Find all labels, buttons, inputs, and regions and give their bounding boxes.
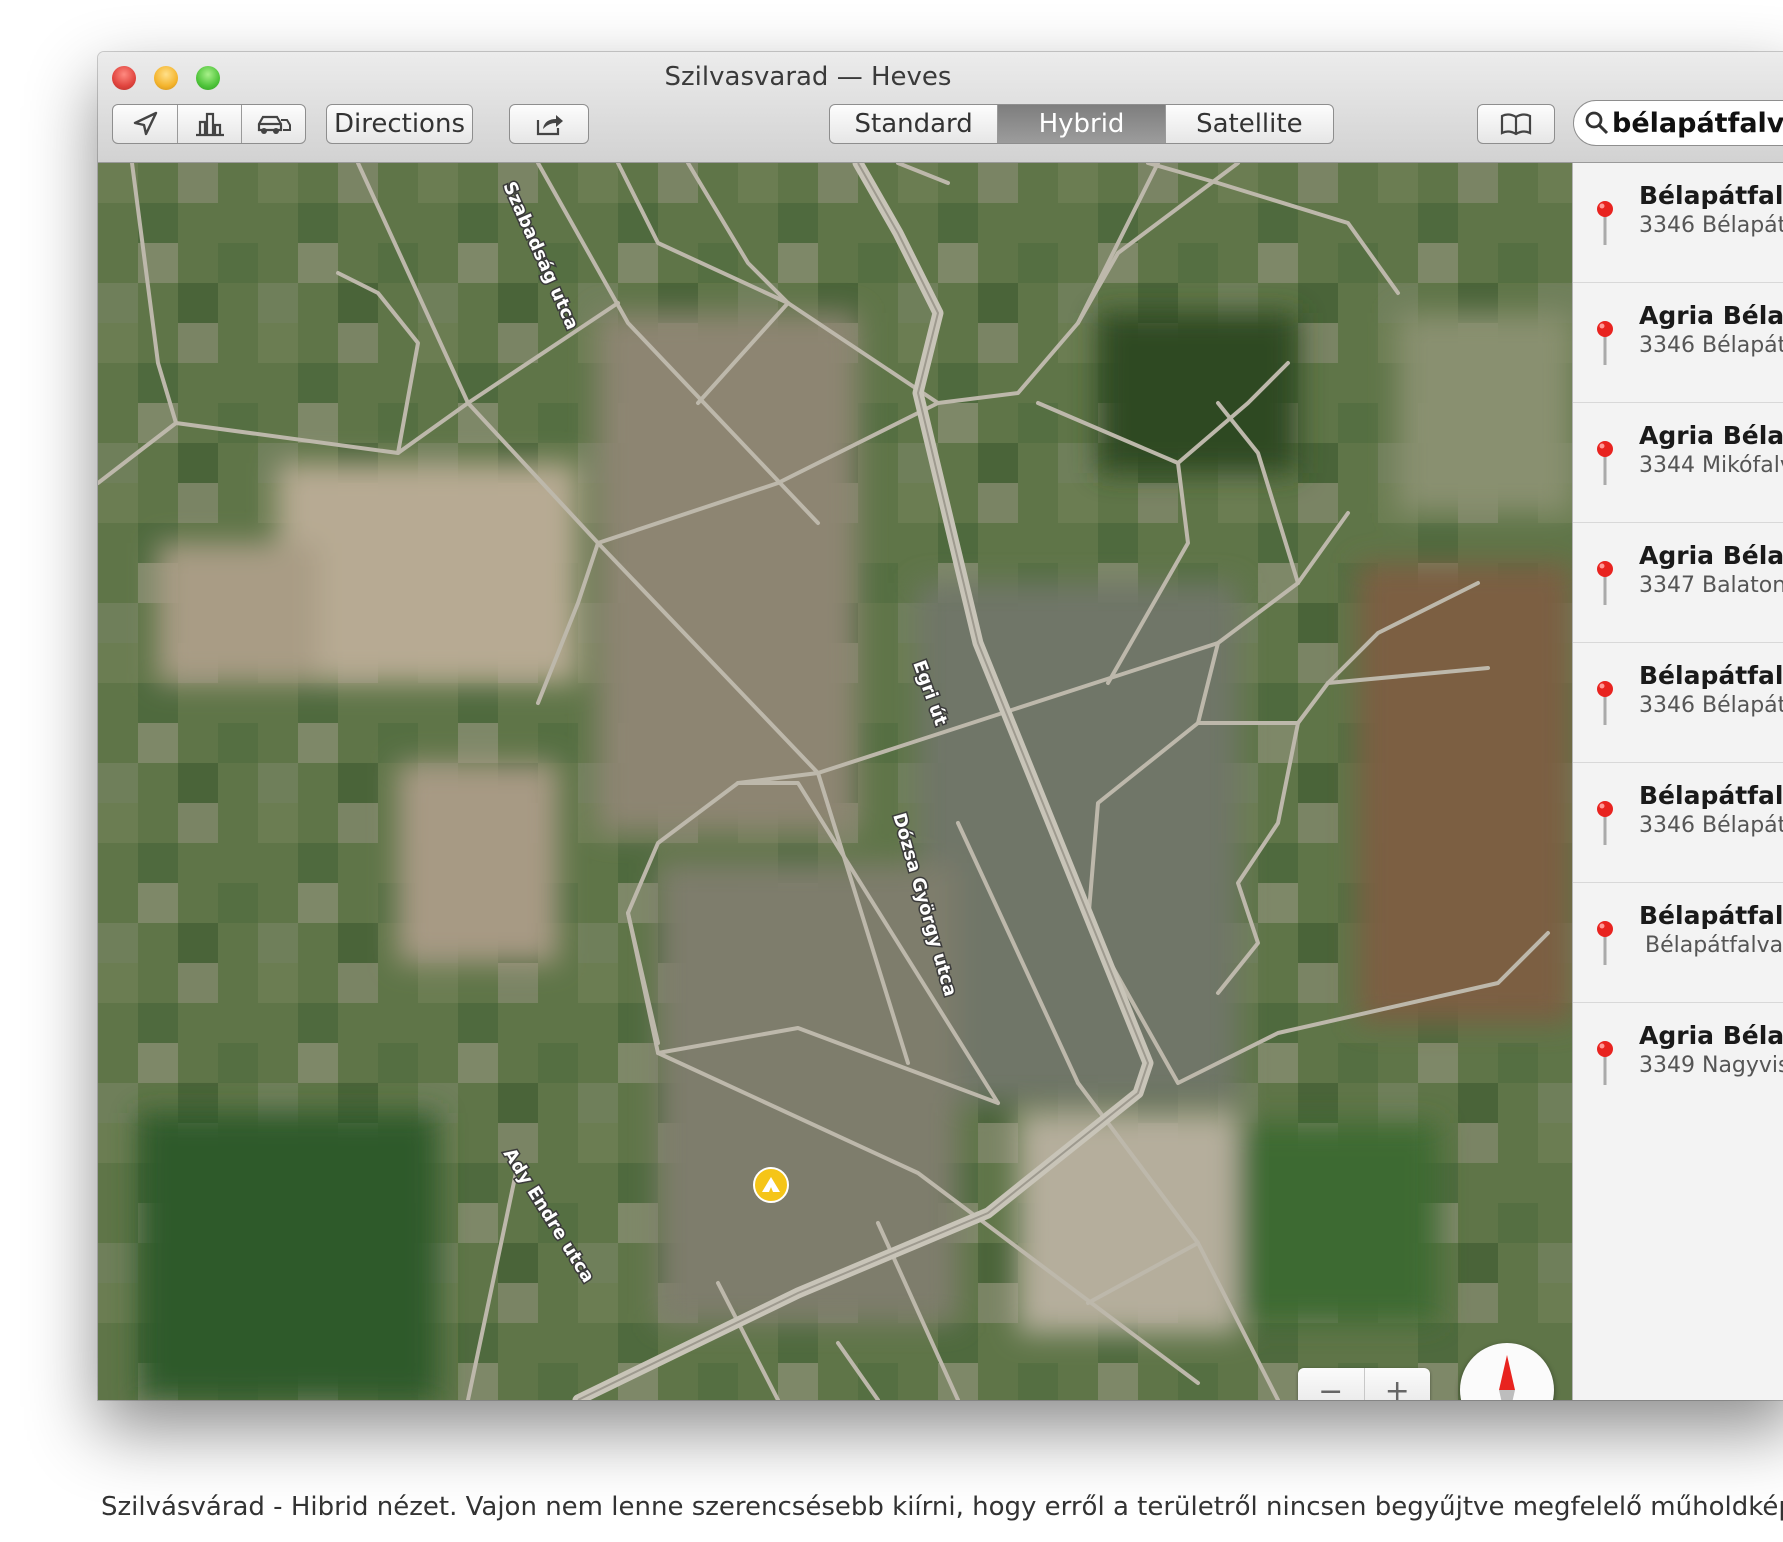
zoom-in-button[interactable]: + bbox=[1365, 1368, 1431, 1401]
campground-poi-icon[interactable] bbox=[751, 1165, 791, 1205]
search-results-list: Bélapátfalva 3346 Bélapátf Agria Bélap 3… bbox=[1572, 163, 1783, 1400]
list-item[interactable]: Agria Bélap 3346 Bélapátf bbox=[1573, 283, 1783, 403]
share-button[interactable] bbox=[509, 104, 589, 144]
bookmarks-icon bbox=[1500, 113, 1532, 136]
location-arrow-icon bbox=[133, 111, 158, 136]
result-address: 3344 Mikófalv bbox=[1639, 453, 1783, 478]
3d-view-button[interactable] bbox=[177, 105, 241, 143]
list-item[interactable]: Bélapátfalva 3346 Bélapátf bbox=[1573, 163, 1783, 283]
result-address: 3349 Nagyvis bbox=[1639, 1053, 1783, 1078]
traffic-button[interactable] bbox=[241, 105, 305, 143]
window-title: Szilvasvarad — Heves bbox=[664, 62, 952, 92]
search-input[interactable] bbox=[1610, 106, 1783, 140]
list-item[interactable]: Bélapátfalva Bélapátfalva, bbox=[1573, 883, 1783, 1003]
street-label-dozsa-gyorgy: Dózsa György utca bbox=[888, 811, 961, 999]
map-mode-selector: Standard Hybrid Satellite bbox=[829, 104, 1334, 144]
map-view[interactable]: Szabadság utca Egri út Dózsa György utca… bbox=[98, 163, 1572, 1400]
result-title: Agria Bélap bbox=[1639, 541, 1783, 570]
pin-icon bbox=[1597, 561, 1613, 605]
search-field[interactable] bbox=[1573, 100, 1783, 146]
pin-icon bbox=[1597, 681, 1613, 725]
compass-icon bbox=[1499, 1355, 1515, 1400]
list-item[interactable]: Agria Bélap 3344 Mikófalv bbox=[1573, 403, 1783, 523]
list-item[interactable]: Bélapátfalva 3346 Bélapátf bbox=[1573, 763, 1783, 883]
result-title: Agria Bélap bbox=[1639, 421, 1783, 450]
result-address: 3346 Bélapátf bbox=[1639, 693, 1783, 718]
street-label-egri-ut: Egri út bbox=[908, 658, 951, 729]
street-label-ady-endre: Ady Endre utca bbox=[499, 1145, 599, 1287]
result-title: Bélapátfalva bbox=[1639, 901, 1783, 930]
result-address: 3346 Bélapátf bbox=[1639, 813, 1783, 838]
result-title: Agria Bélap bbox=[1639, 301, 1783, 330]
result-address: 3346 Bélapátf bbox=[1639, 213, 1783, 238]
maps-window: Szilvasvarad — Heves Directions Standard… bbox=[98, 52, 1783, 1400]
list-item[interactable]: Agria Bélap 3347 Balaton bbox=[1573, 523, 1783, 643]
result-title: Agria Bélap bbox=[1639, 1021, 1783, 1050]
bookmarks-button[interactable] bbox=[1477, 104, 1555, 144]
3d-buildings-icon bbox=[195, 112, 224, 137]
result-title: Bélapátfalva bbox=[1639, 661, 1783, 690]
tab-hybrid[interactable]: Hybrid bbox=[997, 105, 1165, 143]
result-address: 3346 Bélapátf bbox=[1639, 333, 1783, 358]
pin-icon bbox=[1597, 441, 1613, 485]
tab-standard[interactable]: Standard bbox=[830, 105, 997, 143]
view-options-group bbox=[112, 104, 306, 144]
search-icon bbox=[1585, 111, 1609, 135]
street-label-szabadsag: Szabadság utca bbox=[498, 178, 582, 332]
list-item[interactable]: Bélapátfalva 3346 Bélapátf bbox=[1573, 643, 1783, 763]
pin-icon bbox=[1597, 201, 1613, 245]
directions-button[interactable]: Directions bbox=[326, 104, 473, 144]
pin-icon bbox=[1597, 1041, 1613, 1085]
traffic-car-icon bbox=[257, 115, 291, 134]
list-item[interactable]: Agria Bélap 3349 Nagyvis bbox=[1573, 1003, 1783, 1123]
pin-icon bbox=[1597, 801, 1613, 845]
result-address: 3347 Balaton bbox=[1639, 573, 1783, 598]
image-caption: Szilvásvárad - Hibrid nézet. Vajon nem l… bbox=[101, 1492, 1783, 1522]
pin-icon bbox=[1597, 321, 1613, 365]
zoom-out-button[interactable]: − bbox=[1298, 1368, 1365, 1400]
street-labels-layer: Szabadság utca Egri út Dózsa György utca… bbox=[497, 177, 962, 1288]
current-location-button[interactable] bbox=[113, 105, 177, 143]
pin-icon bbox=[1597, 921, 1613, 965]
result-title: Bélapátfalva bbox=[1639, 781, 1783, 810]
result-title: Bélapátfalva bbox=[1639, 181, 1783, 210]
title-bar: Szilvasvarad — Heves Directions Standard… bbox=[98, 52, 1783, 163]
zoom-control: − + bbox=[1298, 1368, 1430, 1400]
tab-satellite[interactable]: Satellite bbox=[1164, 105, 1333, 143]
share-icon bbox=[536, 115, 563, 136]
result-address: Bélapátfalva, bbox=[1645, 933, 1783, 958]
compass-button[interactable] bbox=[1460, 1343, 1554, 1400]
